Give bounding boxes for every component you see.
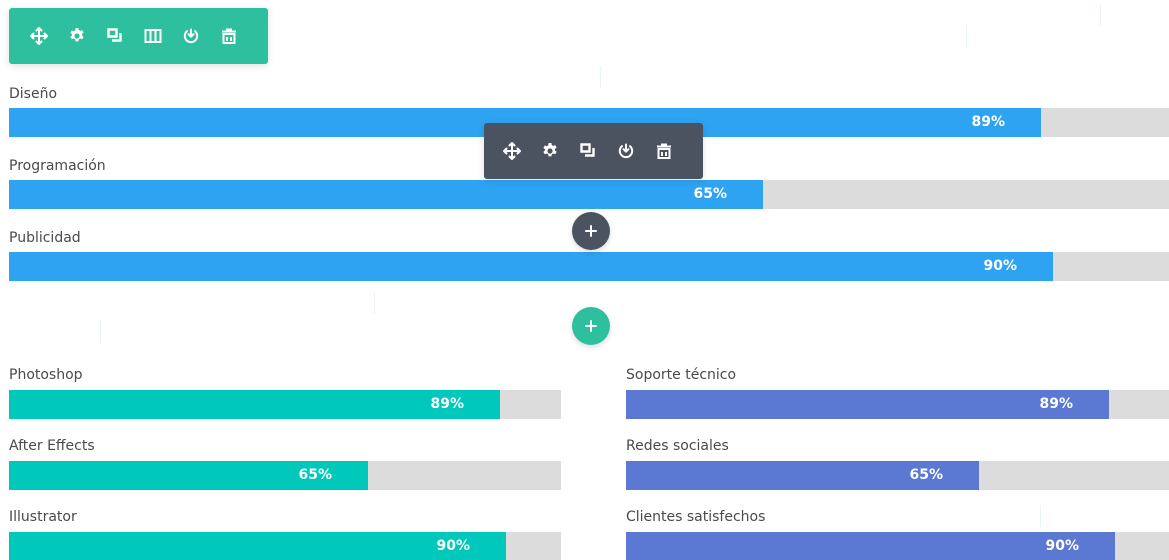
gear-icon: [70, 28, 84, 42]
skill-label: Diseño: [9, 86, 58, 102]
save-button[interactable]: [616, 141, 636, 161]
skill-percent: 90%: [436, 538, 470, 554]
skill-label: After Effects: [9, 438, 95, 454]
move-button[interactable]: [29, 26, 49, 46]
module-toolbar: [484, 123, 703, 179]
skill-percent: 65%: [909, 467, 943, 483]
plus-icon: [585, 225, 597, 237]
skill-bar-track: 89%: [9, 390, 561, 419]
skill-bar-fill: [9, 532, 506, 560]
row-toolbar: [9, 8, 268, 64]
skill-percent: 90%: [983, 258, 1017, 274]
skill-percent: 89%: [430, 396, 464, 412]
plus-icon: [585, 320, 597, 332]
skill-bar-fill: [9, 252, 1053, 281]
move-icon: [503, 142, 521, 160]
add-module-button[interactable]: [572, 212, 610, 250]
skill-percent: 89%: [971, 114, 1005, 130]
duplicate-icon: [580, 143, 595, 157]
trash-icon: [222, 28, 236, 44]
skill-bar-track: 90%: [626, 532, 1169, 560]
columns-button[interactable]: [143, 26, 163, 46]
skill-percent: 65%: [693, 186, 727, 202]
guide-mark: [600, 66, 601, 88]
save-icon: [183, 28, 199, 44]
guide-mark: [1040, 505, 1041, 527]
skill-percent: 89%: [1039, 396, 1073, 412]
skill-bar-fill: [626, 532, 1115, 560]
skill-bar-fill: [9, 390, 500, 419]
duplicate-button[interactable]: [578, 141, 598, 161]
skill-percent: 65%: [298, 467, 332, 483]
skill-label: Clientes satisfechos: [626, 509, 766, 525]
guide-mark: [1100, 4, 1101, 26]
duplicate-icon: [107, 28, 122, 42]
skill-percent: 90%: [1045, 538, 1079, 554]
skill-bar-track: 65%: [9, 461, 561, 490]
move-button[interactable]: [502, 141, 522, 161]
save-button[interactable]: [181, 26, 201, 46]
duplicate-button[interactable]: [105, 26, 125, 46]
add-row-button[interactable]: [572, 307, 610, 345]
skill-label: Illustrator: [9, 509, 77, 525]
guide-mark: [374, 292, 375, 314]
guide-mark: [100, 320, 101, 342]
guide-mark: [966, 26, 967, 48]
skill-label: Programación: [9, 158, 106, 174]
move-icon: [30, 27, 48, 45]
skill-bar-track: 65%: [9, 180, 1169, 209]
columns-icon: [144, 29, 162, 43]
skill-label: Photoshop: [9, 367, 83, 383]
skill-bar-track: 90%: [9, 532, 561, 560]
skill-bar-track: 90%: [9, 252, 1169, 281]
trash-button[interactable]: [654, 141, 674, 161]
skill-bar-track: 65%: [626, 461, 1169, 490]
gear-button[interactable]: [540, 141, 560, 161]
gear-button[interactable]: [67, 26, 87, 46]
save-icon: [618, 143, 634, 159]
skill-bar-track: 89%: [626, 390, 1169, 419]
gear-icon: [543, 143, 557, 157]
skill-label: Publicidad: [9, 230, 81, 246]
trash-button[interactable]: [219, 26, 239, 46]
trash-icon: [657, 143, 671, 159]
skill-label: Redes sociales: [626, 438, 729, 454]
skill-bar-fill: [626, 390, 1109, 419]
skill-label: Soporte técnico: [626, 367, 737, 383]
skill-bar-fill: [9, 180, 763, 209]
